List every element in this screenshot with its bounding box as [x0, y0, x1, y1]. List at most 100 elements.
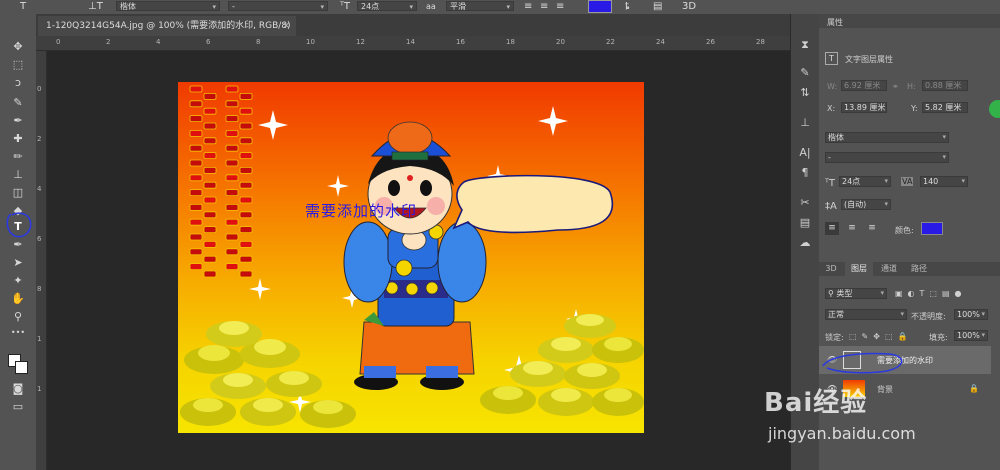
- chevron-down-icon: ▾: [900, 310, 904, 318]
- paragraph-icon[interactable]: ¶: [797, 166, 813, 180]
- ruler-tick-label: 4: [37, 185, 42, 193]
- watermark-text[interactable]: 需要添加的水印: [286, 200, 436, 221]
- more-tools-icon[interactable]: •••: [9, 326, 27, 340]
- ruler-tick-label: 26: [706, 38, 715, 46]
- firecracker: [225, 130, 239, 137]
- blend-mode-select[interactable]: 正常 ▾: [825, 309, 907, 320]
- properties-title: 属性: [827, 18, 843, 27]
- text-color-swatch[interactable]: [588, 0, 612, 13]
- background-color-swatch[interactable]: [15, 361, 28, 374]
- height-field[interactable]: 0.88 厘米: [922, 80, 968, 91]
- layer-filter-icons[interactable]: ▣◐T⬚▤●: [895, 289, 967, 298]
- quick-mask-icon[interactable]: ◙: [9, 382, 27, 396]
- opacity-field[interactable]: 100% ▾: [954, 309, 988, 320]
- baidu-logo: Bai经验: [764, 388, 868, 418]
- width-field[interactable]: 6.92 厘米: [841, 80, 887, 91]
- lock-label: 锁定:: [825, 333, 844, 342]
- firecracker: [225, 115, 239, 122]
- document-image[interactable]: 需要添加的水印: [178, 82, 644, 433]
- ruler-tick-label: 12: [356, 38, 365, 46]
- firecracker: [203, 196, 217, 204]
- align-left-icon[interactable]: ≡: [524, 0, 532, 13]
- chevron-down-icon: ▾: [884, 200, 888, 208]
- link-icon[interactable]: ⚭: [892, 82, 899, 91]
- adjustments-icon[interactable]: ⇅: [797, 86, 813, 100]
- screen-mode-icon[interactable]: ▭: [9, 400, 27, 414]
- antialias-icon: aa: [426, 2, 436, 11]
- brush-tool-icon[interactable]: ✏: [9, 150, 27, 164]
- tracking-field[interactable]: 140 ▾: [920, 176, 968, 187]
- font-style-select[interactable]: - ▾: [825, 152, 949, 163]
- font-size-select[interactable]: 24点 ▾: [357, 1, 417, 11]
- ruler-tick-label: 18: [506, 38, 515, 46]
- properties-header: 属性: [819, 14, 1000, 28]
- text-layer-icon: T: [825, 52, 838, 65]
- tab-layers[interactable]: 图层: [845, 262, 873, 276]
- pen-tool-icon[interactable]: ✒: [9, 238, 27, 252]
- eyedropper-tool-icon[interactable]: ✒: [9, 114, 27, 128]
- y-field[interactable]: 5.82 厘米: [922, 102, 968, 113]
- clone-stamp-tool-icon[interactable]: ⊥: [9, 168, 27, 182]
- align-left-icon[interactable]: ≡: [825, 222, 839, 235]
- libraries-icon[interactable]: ☁: [797, 236, 813, 250]
- tracking-icon: VA: [901, 177, 914, 186]
- lasso-tool-icon[interactable]: ↄ: [9, 76, 27, 90]
- fill-field[interactable]: 100% ▾: [954, 330, 988, 341]
- ruler-tick-label: 16: [456, 38, 465, 46]
- ruler-tick-label: 22: [606, 38, 615, 46]
- tool-presets-icon[interactable]: ✂: [797, 196, 813, 210]
- character-icon[interactable]: A|: [797, 146, 813, 160]
- align-right-icon[interactable]: ≡: [865, 222, 879, 235]
- font-family-select[interactable]: 楷体 ▾: [825, 132, 949, 143]
- baidu-url: jingyan.baidu.com: [768, 424, 916, 443]
- marquee-tool-icon[interactable]: ⬚: [9, 58, 27, 72]
- move-tool-icon[interactable]: ✥: [9, 40, 27, 54]
- font-size-field[interactable]: 24点 ▾: [839, 176, 891, 187]
- label-3d[interactable]: 3D: [682, 0, 696, 13]
- close-icon[interactable]: ×: [282, 16, 290, 36]
- eraser-tool-icon[interactable]: ◫: [9, 186, 27, 200]
- align-right-icon[interactable]: ≡: [556, 0, 564, 13]
- orientation-icon[interactable]: ⊥T: [88, 0, 103, 13]
- antialias-select[interactable]: 平滑 ▾: [446, 1, 514, 11]
- align-center-icon[interactable]: ≡: [540, 0, 548, 13]
- history-icon[interactable]: ⧗: [797, 38, 813, 52]
- x-field[interactable]: 13.89 厘米: [841, 102, 887, 113]
- tab-channels[interactable]: 通道: [877, 262, 901, 276]
- floating-badge-icon[interactable]: [989, 100, 1000, 118]
- type-tool-icon[interactable]: T: [20, 0, 26, 13]
- lock-icon: 🔒: [969, 384, 979, 393]
- ruler-tick-label: 8: [37, 285, 42, 293]
- vertical-ruler: 0 2 4 6 8 1 1: [36, 51, 47, 470]
- path-select-tool-icon[interactable]: ➤: [9, 256, 27, 270]
- healing-brush-tool-icon[interactable]: ✚: [9, 132, 27, 146]
- firecracker: [203, 137, 217, 145]
- firecracker: [203, 240, 217, 248]
- align-center-icon[interactable]: ≡: [845, 222, 859, 235]
- hand-tool-icon[interactable]: ✋: [9, 292, 27, 306]
- quick-select-tool-icon[interactable]: ✎: [9, 96, 27, 110]
- clone-source-icon[interactable]: ⊥: [797, 116, 813, 130]
- properties-icon[interactable]: ▤: [797, 216, 813, 230]
- warp-text-icon[interactable]: ȶ: [625, 0, 630, 13]
- text-color-swatch[interactable]: [921, 222, 943, 235]
- layer-filter-select[interactable]: ⚲ 类型 ▾: [825, 288, 887, 299]
- document-tab[interactable]: 1-120Q3214G54A.jpg @ 100% (需要添加的水印, RGB/…: [38, 16, 296, 51]
- layer-name[interactable]: 背景: [877, 384, 893, 395]
- firecracker: [189, 218, 203, 226]
- firecracker: [239, 167, 253, 174]
- y-label: Y:: [911, 104, 918, 113]
- character-panel-icon[interactable]: ▤: [653, 0, 662, 13]
- zoom-tool-icon[interactable]: ⚲: [9, 310, 27, 324]
- font-family-select[interactable]: 楷体 ▾: [116, 1, 220, 11]
- boy-character: [343, 121, 487, 390]
- tab-paths[interactable]: 路径: [907, 262, 931, 276]
- font-style-select[interactable]: - ▾: [228, 1, 328, 11]
- opacity-label: 不透明度:: [911, 312, 946, 321]
- lock-icons[interactable]: ⬚✎✥⬚🔒: [849, 332, 912, 341]
- ruler-tick-label: 14: [406, 38, 415, 46]
- tab-3d[interactable]: 3D: [823, 262, 839, 276]
- shape-tool-icon[interactable]: ✦: [9, 274, 27, 288]
- brush-settings-icon[interactable]: ✎: [797, 66, 813, 80]
- leading-field[interactable]: (自动) ▾: [841, 199, 891, 210]
